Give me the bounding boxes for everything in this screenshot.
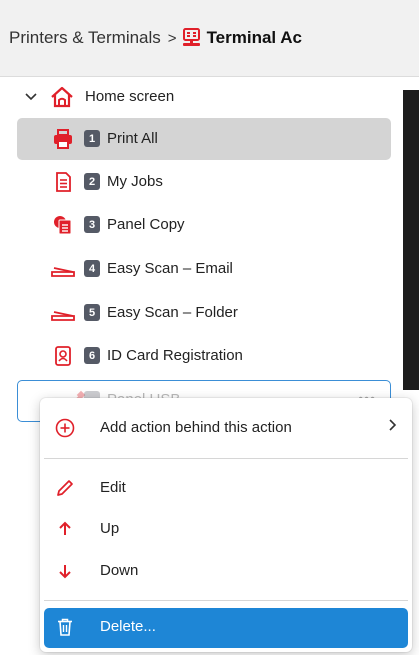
document-icon [53,172,73,192]
pencil-icon [55,478,75,498]
tree-root-home-screen[interactable]: Home screen [0,80,400,114]
item-number-badge: 3 [84,216,100,233]
menu-item-add-action-behind[interactable]: Add action behind this action [40,409,412,447]
item-label: Panel Copy [107,216,185,233]
context-menu: Add action behind this action Edit Up Do… [40,398,412,652]
item-number-badge: 4 [84,260,100,277]
menu-item-label: Down [100,562,139,579]
scanner-icon [51,259,75,279]
tree-item-easy-scan-email[interactable]: 4 Easy Scan – Email [17,248,391,290]
tree-item-easy-scan-folder[interactable]: 5 Easy Scan – Folder [17,292,391,334]
breadcrumb-root-link[interactable]: Printers & Terminals [9,28,161,48]
item-label: Easy Scan – Folder [107,304,238,321]
item-label: ID Card Registration [107,347,243,364]
menu-item-label: Delete... [100,618,156,635]
tree-item-id-card-registration[interactable]: 6 ID Card Registration [17,335,391,377]
tree-item-my-jobs[interactable]: 2 My Jobs [17,161,391,203]
printer-icon [53,129,73,149]
breadcrumb: Printers & Terminals > Terminal Ac [0,0,419,77]
trash-icon [55,617,75,637]
add-circle-icon [55,418,75,438]
preview-panel-edge [403,90,419,390]
item-label: Print All [107,130,158,147]
id-card-icon [53,346,73,366]
tree-root-label: Home screen [85,88,175,105]
scanner-icon [51,303,75,323]
tree-item-panel-copy[interactable]: 3 Panel Copy [17,204,391,246]
item-number-badge: 5 [84,304,100,321]
item-number-badge: 1 [84,130,100,147]
arrow-down-icon [55,561,75,581]
breadcrumb-current: Terminal Ac [206,28,302,47]
menu-item-label: Edit [100,479,126,496]
chevron-down-icon[interactable] [24,90,38,104]
copy-icon [53,215,73,235]
menu-divider [44,458,408,459]
item-number-badge: 6 [84,347,100,364]
item-number-badge: 2 [84,173,100,190]
item-label: My Jobs [107,173,163,190]
menu-divider [44,600,408,601]
breadcrumb-separator: > [167,29,177,47]
menu-item-edit[interactable]: Edit [40,469,412,507]
menu-item-label: Add action behind this action [100,419,292,436]
tree-item-print-all[interactable]: 1 Print All [17,118,391,160]
menu-item-down[interactable]: Down [40,552,412,590]
arrow-up-icon [55,519,75,539]
terminal-icon [182,28,201,48]
chevron-right-icon [388,418,398,437]
item-label: Easy Scan – Email [107,260,233,277]
menu-item-delete[interactable]: Delete... [44,608,408,648]
menu-item-up[interactable]: Up [40,510,412,548]
menu-item-label: Up [100,520,120,537]
home-icon [49,84,75,110]
